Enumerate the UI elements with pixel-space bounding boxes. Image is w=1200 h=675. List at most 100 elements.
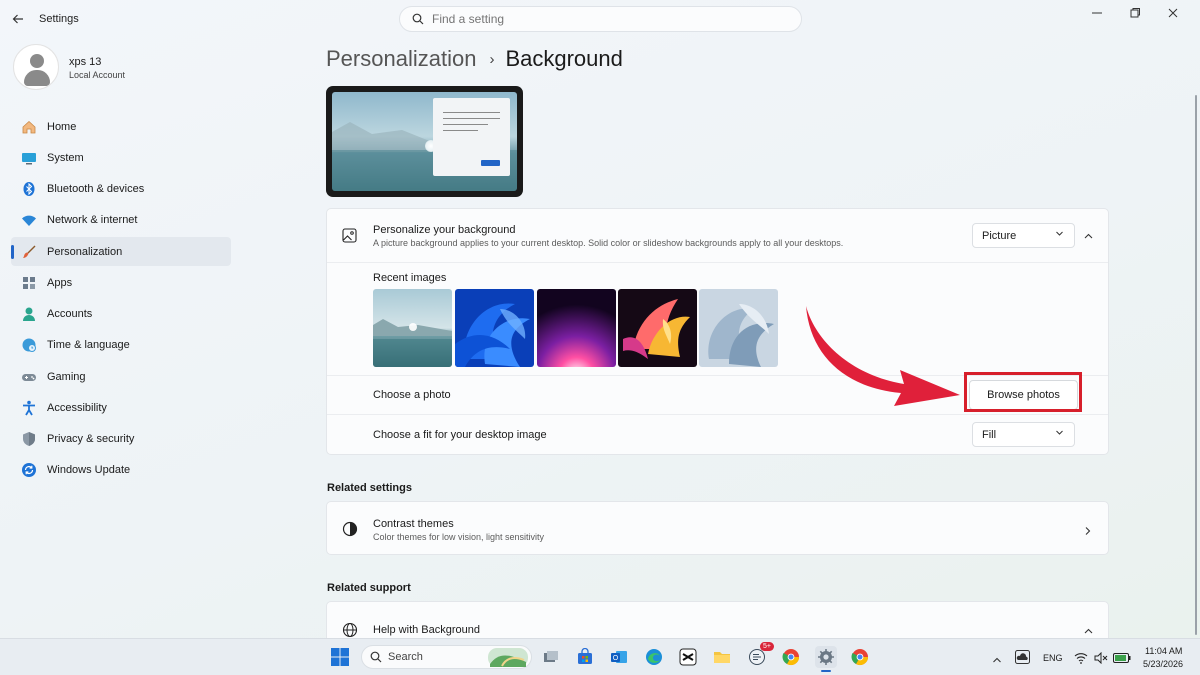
sidebar-item-label: Personalization bbox=[47, 245, 123, 258]
sidebar-item-label: Accessibility bbox=[47, 401, 107, 414]
chevron-down-icon bbox=[1055, 229, 1064, 240]
task-view-icon[interactable] bbox=[540, 646, 562, 668]
avatar bbox=[13, 44, 59, 90]
background-description: A picture background applies to your cur… bbox=[373, 238, 844, 248]
back-button[interactable] bbox=[8, 9, 28, 29]
language-indicator[interactable]: ENG bbox=[1043, 653, 1063, 663]
volume-muted-icon[interactable] bbox=[1094, 651, 1108, 669]
recent-image-blue-bloom[interactable] bbox=[455, 289, 534, 367]
globe-icon bbox=[342, 622, 358, 638]
minimize-button[interactable] bbox=[1078, 5, 1116, 21]
sidebar-item-gaming[interactable]: Gaming bbox=[11, 362, 231, 391]
sidebar-item-label: System bbox=[47, 151, 84, 164]
store-icon[interactable] bbox=[574, 646, 596, 668]
fit-dropdown[interactable]: Fill bbox=[972, 422, 1075, 447]
sidebar-item-privacy[interactable]: Privacy & security bbox=[11, 425, 231, 454]
svg-text:O: O bbox=[613, 655, 619, 662]
background-title: Personalize your background bbox=[373, 224, 516, 236]
wifi-status-icon[interactable] bbox=[1074, 651, 1088, 669]
search-input[interactable] bbox=[432, 12, 762, 26]
back-arrow-icon bbox=[12, 14, 23, 24]
recent-image-purple-glow[interactable] bbox=[537, 289, 616, 367]
fit-label: Choose a fit for your desktop image bbox=[373, 429, 547, 441]
profile-name: xps 13 bbox=[69, 56, 102, 68]
battery-icon[interactable] bbox=[1113, 651, 1131, 669]
clock-date[interactable]: 5/23/2026 bbox=[1143, 659, 1183, 669]
restore-icon bbox=[1130, 8, 1140, 18]
sidebar-item-label: Home bbox=[47, 120, 77, 133]
sidebar-item-label: Accounts bbox=[47, 308, 93, 320]
recent-image-lake[interactable] bbox=[373, 289, 452, 367]
close-icon bbox=[1168, 8, 1178, 18]
user-profile[interactable]: xps 13 Local Account bbox=[13, 44, 213, 92]
sidebar-item-label: Time & language bbox=[47, 339, 130, 352]
notification-badge: 5+ bbox=[760, 642, 774, 651]
desktop-preview bbox=[326, 86, 523, 197]
sidebar-item-accessibility[interactable]: Accessibility bbox=[11, 393, 231, 422]
messaging-app-icon[interactable]: 5+ bbox=[746, 642, 774, 668]
search-highlight-icon bbox=[488, 648, 528, 667]
recent-images-label: Recent images bbox=[373, 272, 447, 284]
sidebar-item-label: Windows Update bbox=[47, 464, 131, 477]
home-icon bbox=[20, 118, 38, 136]
bluetooth-icon bbox=[20, 180, 38, 198]
background-type-dropdown[interactable]: Picture bbox=[972, 223, 1075, 248]
maximize-button[interactable] bbox=[1116, 5, 1154, 21]
update-icon bbox=[20, 461, 38, 479]
settings-search[interactable] bbox=[399, 6, 802, 32]
file-explorer-icon[interactable] bbox=[711, 646, 733, 668]
sidebar-item-time-language[interactable]: Time & language bbox=[11, 331, 231, 360]
sidebar-item-bluetooth[interactable]: Bluetooth & devices bbox=[11, 175, 231, 204]
taskbar-search-label: Search bbox=[388, 651, 423, 663]
onedrive-icon[interactable] bbox=[1015, 650, 1030, 669]
clock-time[interactable]: 11:04 AM bbox=[1145, 646, 1182, 656]
chrome-profile-1-icon[interactable] bbox=[780, 646, 802, 668]
breadcrumb-parent[interactable]: Personalization bbox=[326, 46, 476, 72]
title-bar: Settings bbox=[0, 0, 1200, 38]
sidebar-item-apps[interactable]: Apps bbox=[11, 268, 231, 297]
sidebar-item-accounts[interactable]: Accounts bbox=[11, 300, 231, 329]
breadcrumb: Personalization › Background bbox=[326, 44, 623, 74]
chrome-profile-2-icon[interactable] bbox=[849, 646, 871, 668]
fit-value: Fill bbox=[982, 428, 997, 441]
sidebar-item-label: Privacy & security bbox=[47, 433, 135, 445]
contrast-themes-card[interactable]: Contrast themes Color themes for low vis… bbox=[326, 501, 1109, 555]
close-button[interactable] bbox=[1154, 5, 1192, 21]
outlook-icon[interactable]: O bbox=[608, 646, 630, 668]
taskbar-search[interactable]: Search bbox=[361, 645, 532, 669]
sidebar-item-personalization[interactable]: Personalization bbox=[11, 237, 231, 266]
recent-image-color-swirl[interactable] bbox=[618, 289, 697, 367]
edge-icon[interactable] bbox=[643, 646, 665, 668]
sidebar-item-label: Bluetooth & devices bbox=[47, 183, 145, 195]
sidebar-item-windows-update[interactable]: Windows Update bbox=[11, 456, 231, 485]
picture-icon bbox=[342, 228, 357, 248]
sidebar-item-home[interactable]: Home bbox=[11, 112, 231, 141]
page-title: Background bbox=[505, 46, 623, 71]
apps-icon bbox=[20, 274, 38, 292]
annotation-highlight-box bbox=[964, 372, 1082, 412]
tray-overflow-chevron-icon[interactable] bbox=[992, 652, 1002, 670]
scrollbar[interactable] bbox=[1195, 95, 1197, 635]
sidebar-item-system[interactable]: System bbox=[11, 143, 231, 172]
settings-app-icon[interactable] bbox=[815, 646, 837, 672]
collapse-chevron-up-icon[interactable] bbox=[1083, 229, 1094, 247]
sidebar-item-network[interactable]: Network & internet bbox=[11, 206, 231, 235]
chevron-down-icon bbox=[1055, 428, 1064, 439]
recent-image-light-bloom[interactable] bbox=[699, 289, 778, 367]
settings-window: Settings xps 13 Local Account bbox=[0, 0, 1200, 638]
monitor-icon bbox=[20, 149, 38, 167]
active-app-indicator bbox=[821, 670, 831, 672]
preview-screen bbox=[332, 92, 517, 191]
wifi-icon bbox=[20, 211, 38, 229]
window-controls bbox=[1078, 5, 1192, 21]
help-background-title: Help with Background bbox=[373, 624, 481, 636]
contrast-icon bbox=[342, 521, 358, 542]
sidebar-item-label: Apps bbox=[47, 276, 73, 289]
help-background-card[interactable]: Help with Background bbox=[326, 601, 1109, 638]
related-support-heading: Related support bbox=[327, 582, 411, 594]
start-button[interactable] bbox=[329, 646, 351, 668]
capcut-icon[interactable] bbox=[677, 646, 699, 668]
sidebar-nav: Home System Bluetooth & devices Network … bbox=[11, 112, 231, 487]
personalize-background-row[interactable]: Personalize your background A picture ba… bbox=[327, 209, 1108, 262]
chevron-up-icon[interactable] bbox=[1083, 624, 1094, 638]
